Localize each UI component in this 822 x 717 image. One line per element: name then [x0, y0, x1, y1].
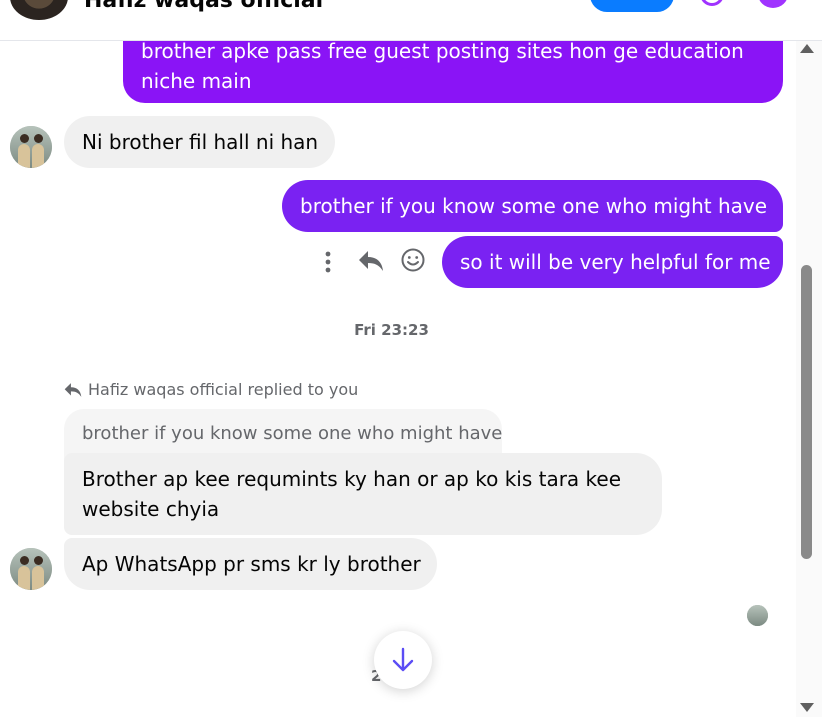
arrow-down-icon — [392, 647, 414, 672]
read-receipt-avatar — [747, 605, 768, 626]
scroll-down-arrow-icon[interactable] — [800, 703, 814, 712]
contact-avatar[interactable] — [10, 0, 68, 20]
timestamp: Fri 23:23 — [354, 321, 429, 339]
message-text: Ni brother fil hall ni han — [82, 130, 319, 154]
incoming-message[interactable]: Brother ap kee requmints ky han or ap ko… — [64, 453, 662, 535]
info-icon[interactable] — [758, 0, 788, 8]
outgoing-message[interactable]: brother if you know some one who might h… — [282, 180, 783, 232]
message-text: Ap WhatsApp pr sms kr ly brother — [82, 552, 421, 576]
emoji-react-icon[interactable] — [399, 246, 427, 274]
contact-avatar[interactable] — [10, 126, 52, 168]
reply-indicator: Hafiz waqas official replied to you — [64, 380, 358, 399]
contact-name[interactable]: Hafiz waqas official — [84, 0, 323, 13]
reply-icon[interactable] — [357, 247, 385, 275]
message-text-line: Brother ap kee requmints ky han or ap ko… — [82, 467, 622, 491]
more-options-icon[interactable] — [318, 248, 338, 276]
message-thread: brother apke pass free guest posting sit… — [0, 28, 796, 717]
incoming-message[interactable]: Ni brother fil hall ni han — [64, 116, 335, 168]
reply-indicator-text: Hafiz waqas official replied to you — [88, 380, 359, 399]
message-text-line: niche main — [141, 69, 252, 93]
scrollbar-thumb[interactable] — [801, 265, 812, 559]
outgoing-message[interactable]: so it will be very helpful for me — [442, 236, 783, 288]
scroll-to-bottom-button[interactable] — [374, 631, 432, 689]
reply-arrow-icon — [64, 382, 82, 397]
message-text: so it will be very helpful for me — [460, 250, 771, 274]
quoted-text: brother if you know some one who might h… — [82, 423, 503, 444]
header-action-button[interactable] — [590, 0, 674, 12]
contact-avatar[interactable] — [10, 548, 52, 590]
scroll-up-arrow-icon[interactable] — [800, 44, 814, 53]
incoming-message[interactable]: Ap WhatsApp pr sms kr ly brother — [64, 538, 437, 590]
video-call-icon[interactable] — [700, 0, 724, 6]
conversation-header: Hafiz waqas official — [0, 0, 822, 41]
message-text-line: website chyia — [82, 497, 220, 521]
message-text: brother if you know some one who might h… — [300, 194, 768, 218]
